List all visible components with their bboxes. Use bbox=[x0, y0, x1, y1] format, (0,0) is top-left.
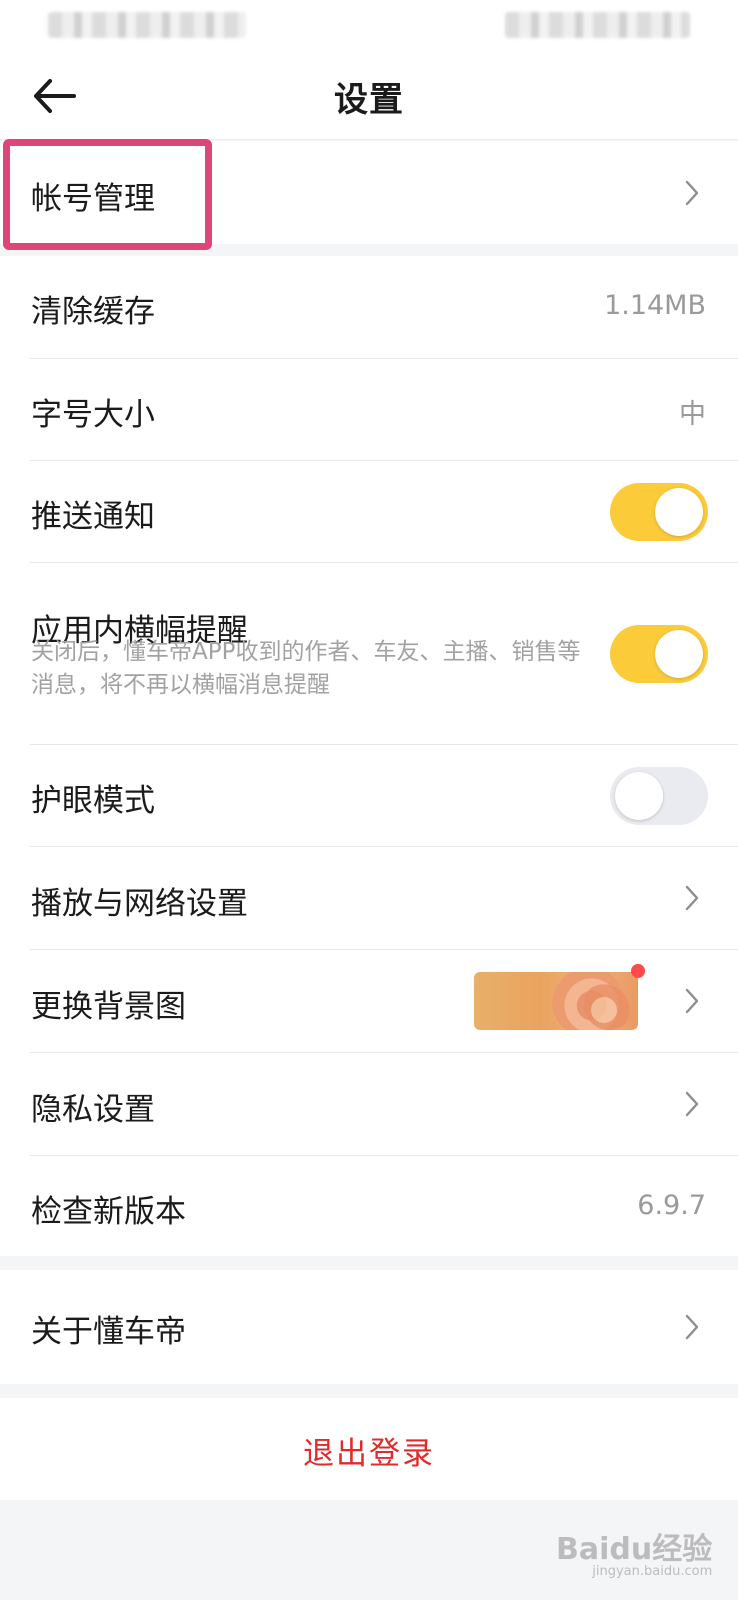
background-thumbnail[interactable] bbox=[474, 972, 638, 1030]
settings-item-label: 护眼模式 bbox=[31, 783, 155, 819]
new-badge-dot bbox=[631, 964, 645, 978]
version-value: 6.9.7 bbox=[637, 1190, 706, 1221]
font-size-value: 中 bbox=[679, 399, 706, 430]
chevron-right-icon bbox=[685, 1314, 699, 1340]
settings-item-push-notification: 推送通知 bbox=[0, 461, 738, 563]
group-about: 关于懂车帝 bbox=[0, 1270, 738, 1384]
settings-item-label: 隐私设置 bbox=[31, 1092, 155, 1128]
toggle-knob bbox=[655, 630, 703, 678]
thumbnail-swirl bbox=[584, 980, 634, 1030]
settings-item-clear-cache[interactable]: 清除缓存 1.14MB bbox=[0, 256, 738, 359]
push-notification-toggle[interactable] bbox=[610, 483, 708, 541]
chevron-right-icon bbox=[685, 988, 699, 1014]
settings-item-label: 关于懂车帝 bbox=[31, 1314, 186, 1350]
toggle-knob bbox=[655, 488, 703, 536]
in-app-banner-toggle[interactable] bbox=[610, 625, 708, 683]
page-title: 设置 bbox=[334, 80, 404, 120]
settings-item-label: 字号大小 bbox=[31, 397, 155, 433]
group-logout: 退出登录 bbox=[0, 1398, 738, 1500]
status-bar-blurred-left bbox=[48, 12, 246, 38]
chevron-right-icon bbox=[685, 1091, 699, 1117]
group-account: 帐号管理 bbox=[0, 141, 738, 244]
nav-header: 设置 bbox=[0, 50, 738, 140]
toggle-knob bbox=[615, 772, 663, 820]
eye-care-mode-toggle[interactable] bbox=[610, 767, 708, 825]
cache-size-value: 1.14MB bbox=[604, 290, 706, 321]
settings-item-eye-care-mode: 护眼模式 bbox=[0, 745, 738, 847]
chevron-right-icon bbox=[685, 885, 699, 911]
settings-item-label: 推送通知 bbox=[31, 499, 155, 535]
logout-button[interactable]: 退出登录 bbox=[0, 1428, 738, 1473]
status-bar bbox=[0, 0, 738, 50]
settings-item-privacy[interactable]: 隐私设置 bbox=[0, 1053, 738, 1156]
status-bar-blurred-right bbox=[505, 12, 690, 38]
settings-item-check-update[interactable]: 检查新版本 6.9.7 bbox=[0, 1156, 738, 1256]
settings-item-label: 帐号管理 bbox=[31, 181, 155, 217]
settings-item-playback-network[interactable]: 播放与网络设置 bbox=[0, 847, 738, 950]
watermark: Baidu经验 jingyan.baidu.com bbox=[556, 1524, 712, 1579]
settings-item-font-size[interactable]: 字号大小 中 bbox=[0, 359, 738, 461]
chevron-right-icon bbox=[685, 180, 699, 206]
settings-item-label: 清除缓存 bbox=[31, 294, 155, 330]
settings-item-label: 检查新版本 bbox=[31, 1194, 186, 1230]
settings-item-label: 播放与网络设置 bbox=[31, 886, 248, 922]
watermark-text: Baidu经验 bbox=[556, 1532, 713, 1567]
settings-item-label: 更换背景图 bbox=[31, 989, 186, 1025]
in-app-banner-description: 关闭后，懂车帝APP收到的作者、车友、主播、销售等消息，将不再以横幅消息提醒 bbox=[31, 639, 581, 698]
settings-item-account[interactable]: 帐号管理 bbox=[0, 141, 738, 244]
settings-item-about[interactable]: 关于懂车帝 bbox=[0, 1270, 738, 1384]
